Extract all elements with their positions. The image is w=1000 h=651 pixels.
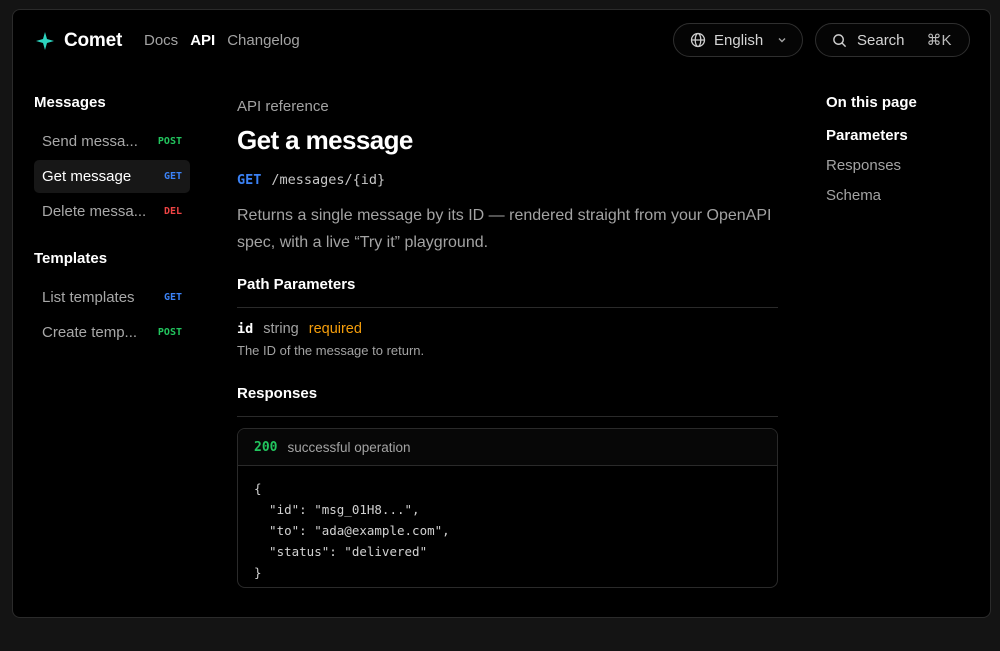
endpoint-path: /messages/{id} xyxy=(271,172,386,188)
method-badge: DEL xyxy=(163,206,182,217)
endpoint-description: Returns a single message by its ID — ren… xyxy=(237,207,772,251)
sidebar-item-label: Send messa... xyxy=(42,133,138,150)
main-content: API reference Get a message GET /message… xyxy=(237,98,778,588)
toc-item-parameters[interactable]: Parameters xyxy=(826,127,976,157)
endpoint: GET /messages/{id} xyxy=(237,172,778,188)
sidebar-item-label: Delete messa... xyxy=(42,203,147,220)
method-badge: GET xyxy=(163,292,182,303)
table-of-contents: On this page Parameters Responses Schema xyxy=(826,94,976,217)
sidebar-item-send-message[interactable]: Send messa... POST xyxy=(34,125,190,158)
search-label: Search xyxy=(857,31,905,49)
page-title: Get a message xyxy=(237,125,413,155)
chevron-down-icon xyxy=(778,38,786,43)
search-icon xyxy=(833,33,847,47)
top-nav: Docs API Changelog xyxy=(144,32,300,49)
sidebar-item-label: Create temp... xyxy=(42,324,138,341)
method-badge: GET xyxy=(163,171,182,182)
nav-changelog[interactable]: Changelog xyxy=(227,32,300,49)
sidebar-item-label: List templates xyxy=(42,289,135,306)
response-body: { "id": "msg_01H8...", "to": "ada@exampl… xyxy=(254,481,450,580)
method-badge: POST xyxy=(157,136,182,147)
toc-item-schema[interactable]: Schema xyxy=(826,187,976,217)
param-required: required xyxy=(308,321,362,337)
sidebar-item-list-templates[interactable]: List templates GET xyxy=(34,281,190,314)
sidebar-item-delete-message[interactable]: Delete messa... DEL xyxy=(34,195,190,228)
sidebar-group-templates: Templates xyxy=(34,250,108,267)
globe-icon xyxy=(690,32,706,48)
param-type: string xyxy=(263,321,299,337)
status-code: 200 xyxy=(254,439,278,455)
status-message: successful operation xyxy=(287,439,411,455)
brand-name: Comet xyxy=(64,30,123,51)
language-selector[interactable]: English xyxy=(673,23,803,57)
sidebar-item-label: Get message xyxy=(42,168,132,185)
toc-item-responses[interactable]: Responses xyxy=(826,157,976,187)
sidebar: Messages Send messa... POST Get message … xyxy=(34,94,190,351)
sidebar-item-get-message[interactable]: Get message GET xyxy=(34,160,190,193)
app-window: Comet Docs API Changelog English Search xyxy=(12,9,991,618)
sidebar-item-create-template[interactable]: Create temp... POST xyxy=(34,316,190,349)
toc-title: On this page xyxy=(826,94,917,111)
response-panel: 200 successful operation { "id": "msg_01… xyxy=(237,428,778,588)
search-shortcut: ⌘K xyxy=(926,32,952,49)
path-parameters-heading: Path Parameters xyxy=(237,276,778,308)
param-row: id string required xyxy=(237,321,778,337)
breadcrumb: API reference xyxy=(237,98,329,115)
brand-logo[interactable]: Comet xyxy=(35,30,122,52)
method-badge: POST xyxy=(157,327,182,338)
search-button[interactable]: Search ⌘K xyxy=(815,23,970,57)
param-name: id xyxy=(237,321,254,337)
language-label: English xyxy=(714,31,764,49)
param-description: The ID of the message to return. xyxy=(237,343,425,358)
top-header: Comet Docs API Changelog English Search xyxy=(13,10,990,72)
response-header[interactable]: 200 successful operation xyxy=(238,429,777,466)
nav-api[interactable]: API xyxy=(190,32,215,49)
http-method: GET xyxy=(237,172,262,188)
responses-heading: Responses xyxy=(237,385,778,417)
sparkle-icon xyxy=(36,32,54,50)
sidebar-group-messages: Messages xyxy=(34,94,106,111)
nav-docs[interactable]: Docs xyxy=(144,32,178,49)
